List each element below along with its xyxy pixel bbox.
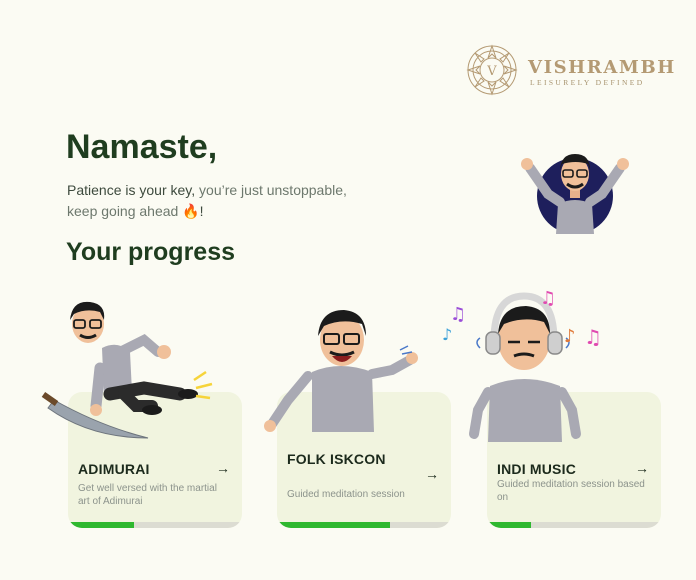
svg-text:♫: ♫ bbox=[450, 304, 466, 325]
arrow-right-icon[interactable]: → bbox=[425, 466, 439, 482]
brand-logo: V VISHRAMBH LEISURELY DEFINED bbox=[466, 44, 674, 100]
brand-tagline: LEISURELY DEFINED bbox=[530, 78, 645, 87]
progress-fill bbox=[277, 522, 391, 528]
progress-bar bbox=[277, 522, 451, 528]
brand-name: VISHRAMBH bbox=[528, 57, 676, 78]
martial-artist-illustration bbox=[41, 301, 213, 439]
music-listener-illustration: ♫ ♪ ♫ ♪ ♫ bbox=[442, 288, 602, 442]
svg-text:♪: ♪ bbox=[442, 325, 452, 344]
svg-text:♫: ♫ bbox=[540, 288, 556, 309]
brand-initial: V bbox=[486, 64, 497, 79]
fire-icon: 🔥 bbox=[182, 203, 200, 219]
card-title: INDI MUSIC bbox=[497, 461, 576, 477]
card-description: Guided meditation session bbox=[287, 489, 405, 500]
svg-text:♪: ♪ bbox=[564, 326, 576, 347]
svg-text:♫: ♫ bbox=[584, 325, 602, 349]
card-description: Get well versed with the martial art of … bbox=[78, 483, 217, 507]
page-title: Namaste, bbox=[66, 128, 218, 166]
section-title-progress: Your progress bbox=[66, 238, 236, 266]
progress-fill bbox=[487, 522, 531, 528]
card-description: Guided meditation session based on bbox=[497, 479, 645, 503]
arrow-right-icon[interactable]: → bbox=[216, 460, 230, 476]
card-title: ADIMURAI bbox=[78, 461, 150, 477]
user-avatar[interactable] bbox=[516, 142, 634, 234]
pointing-man-illustration bbox=[264, 310, 418, 432]
progress-bar bbox=[68, 522, 242, 528]
motto-end: ! bbox=[199, 203, 204, 219]
progress-bar bbox=[487, 522, 661, 528]
progress-fill bbox=[68, 522, 135, 528]
arrow-right-icon[interactable]: → bbox=[635, 460, 649, 476]
motto-main: Patience is your key, bbox=[67, 182, 196, 198]
mandala-logo-icon: V bbox=[466, 44, 518, 96]
card-title: FOLK ISKCON bbox=[287, 451, 386, 467]
motivation-text: Patience is your key, you’re just unstop… bbox=[67, 180, 357, 222]
